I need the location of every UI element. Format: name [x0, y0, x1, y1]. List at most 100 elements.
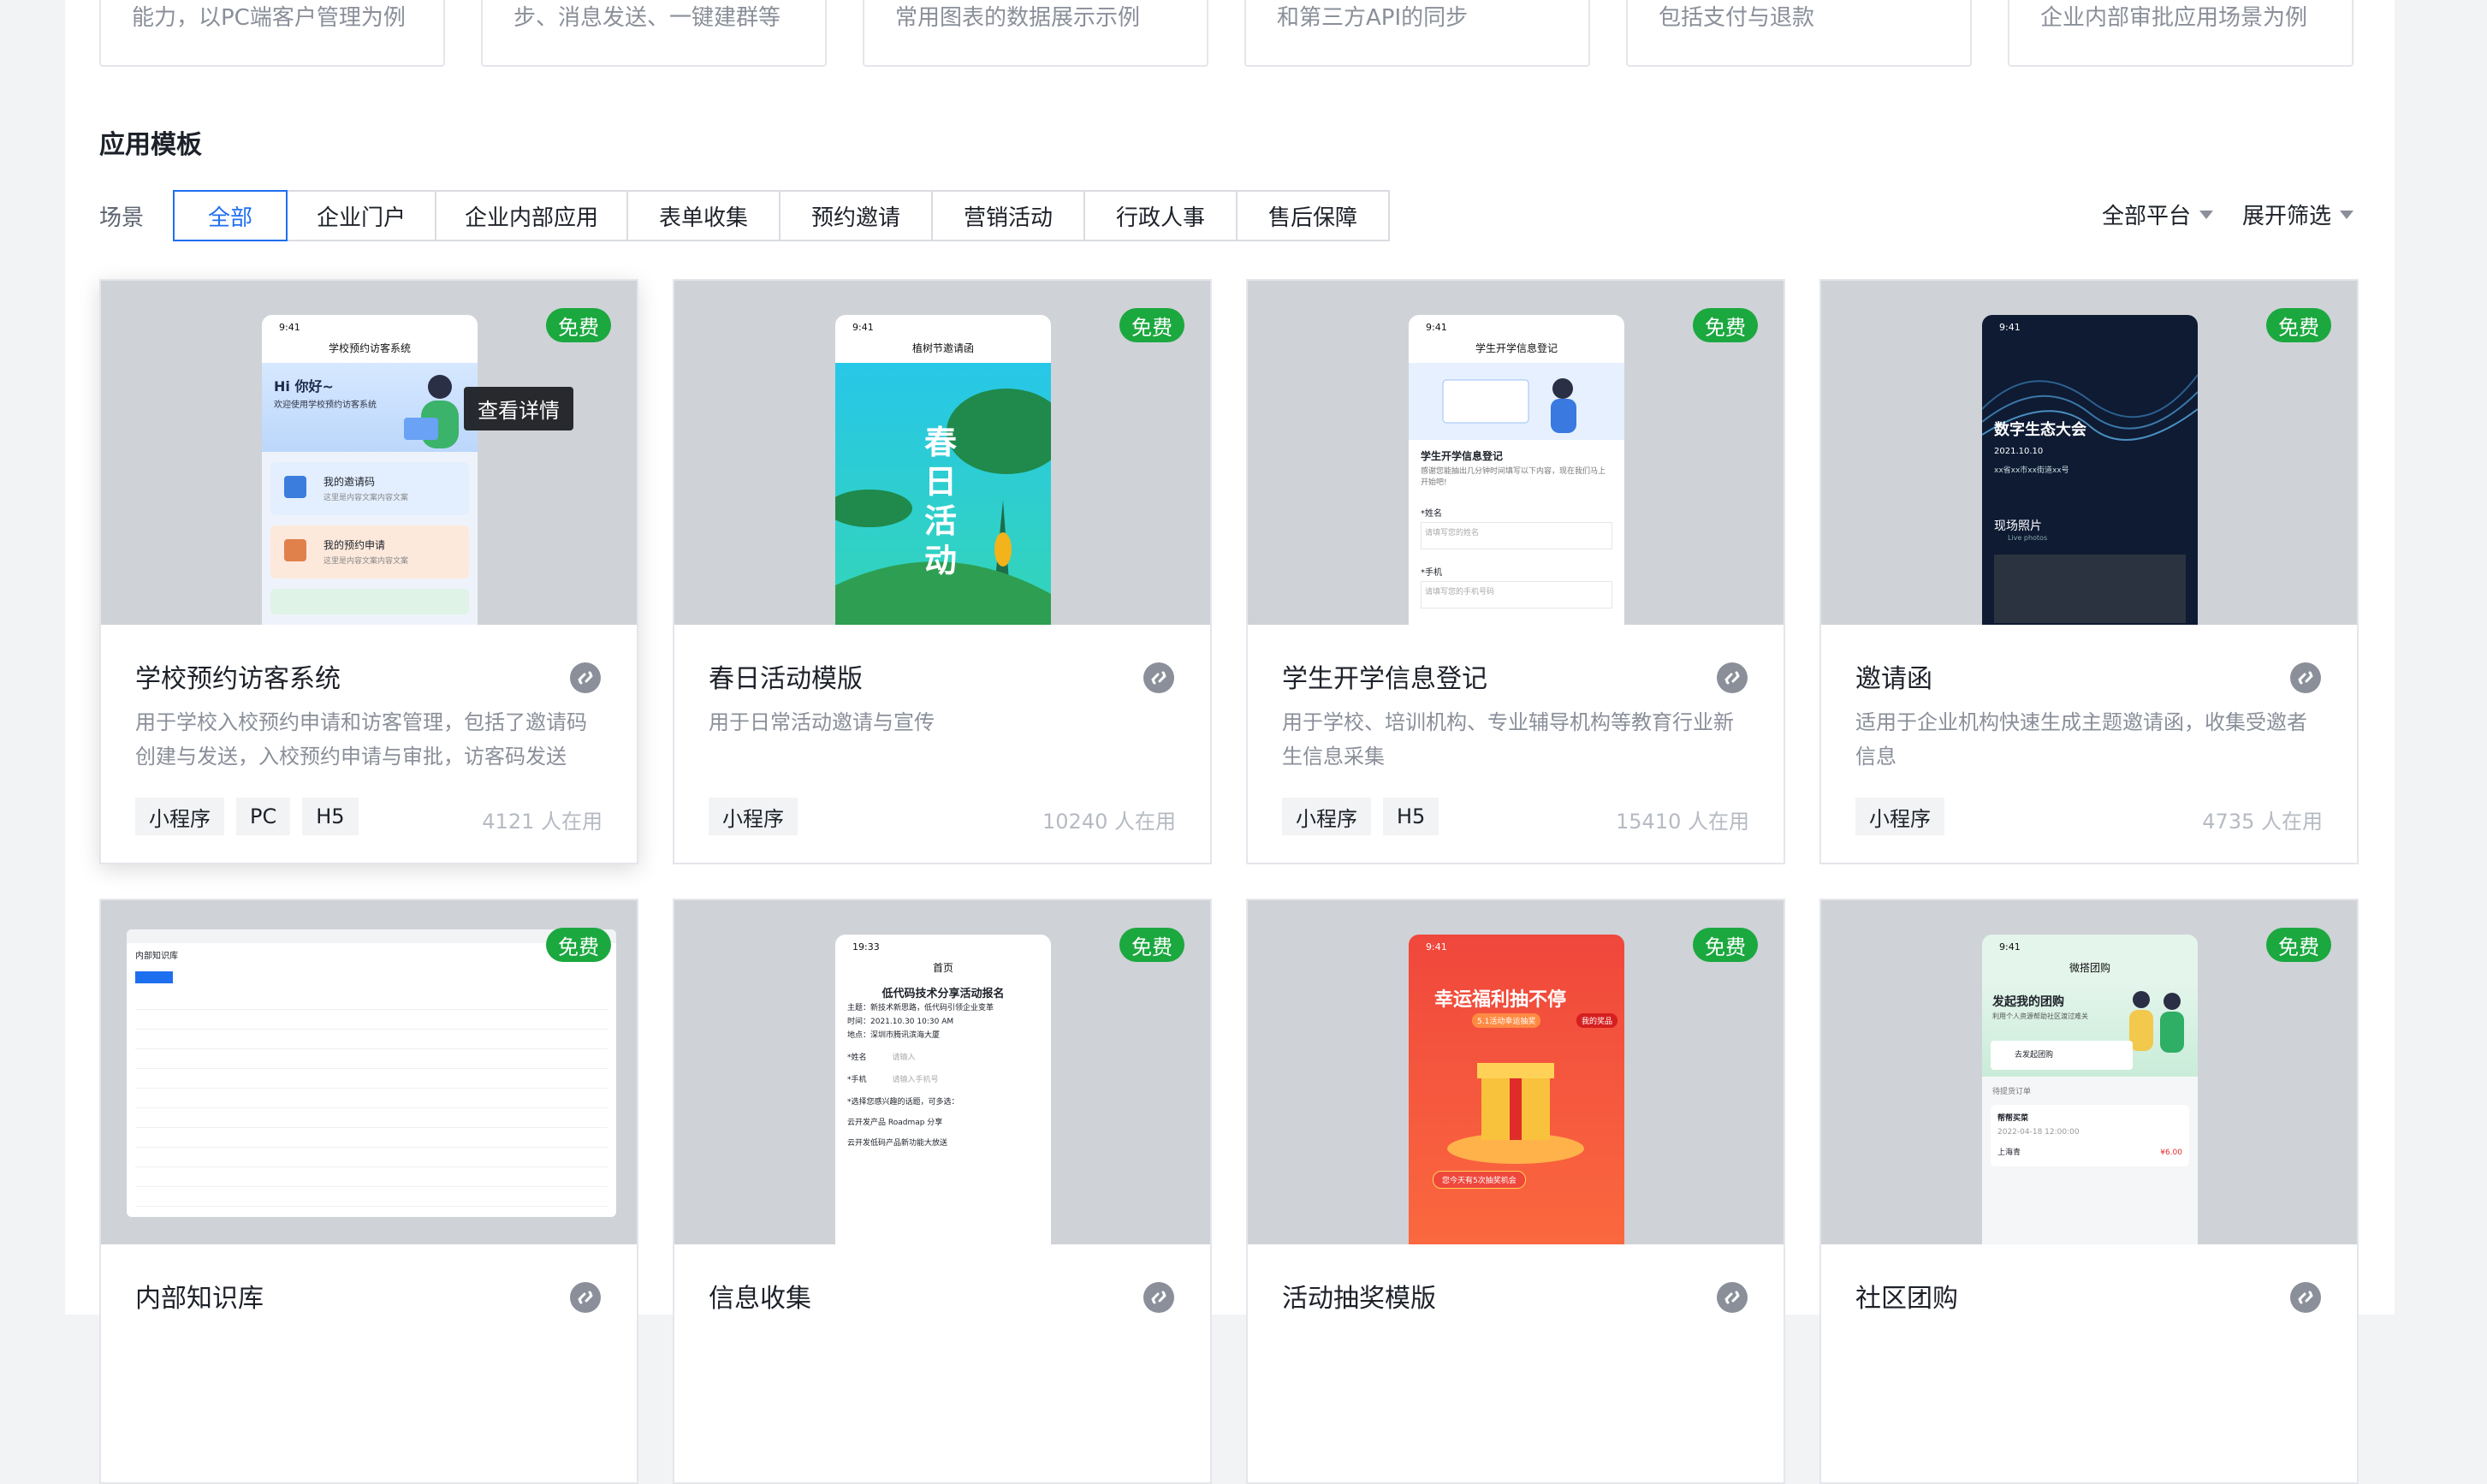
template-card[interactable]: 9:41 学校预约访客系统 Hi 你好~ 欢迎使用学校预约访客系统 我的邀请码 …	[99, 279, 638, 864]
template-card-partial[interactable]: 和第三方API的同步	[1244, 0, 1590, 67]
poster-headline: 春日活动	[924, 424, 958, 579]
data-table	[135, 990, 608, 1213]
card-title: 信息收集	[709, 1284, 811, 1314]
window-titlebar	[127, 929, 616, 943]
template-card-partial[interactable]: 企业内部审批应用场景为例	[2008, 0, 2353, 67]
item-sub: 这里是内容文案内容文案	[323, 557, 409, 566]
template-card-partial[interactable]: 常用图表的数据展示示例	[863, 0, 1208, 67]
card-preview[interactable]: 内部知识库 免费	[101, 900, 637, 1244]
list-item[interactable]: 我的预约申请 这里是内容文案内容文案	[270, 525, 469, 579]
event-time: 时间：2021.10.30 10:30 AM	[847, 1018, 954, 1026]
tab-admin-hr[interactable]: 行政人事	[1083, 190, 1238, 241]
list-item	[270, 589, 469, 614]
gift-box-icon	[1447, 1063, 1584, 1164]
card-title: 邀请函	[1855, 664, 1932, 694]
tag-miniprogram: 小程序	[135, 798, 224, 835]
link-icon[interactable]	[1715, 1280, 1749, 1315]
phone-field[interactable]: 请填写您的手机号码	[1421, 581, 1612, 608]
card-preview[interactable]: 9:41 学校预约访客系统 Hi 你好~ 欢迎使用学校预约访客系统 我的邀请码 …	[101, 281, 637, 625]
tab-internal-apps[interactable]: 企业内部应用	[435, 190, 628, 241]
tab-after-sales[interactable]: 售后保障	[1236, 190, 1390, 241]
card-preview[interactable]: 9:41 学生开学信息登记 学生开学信息登记 感谢您能抽出几分钟时间填写以下内容…	[1248, 281, 1784, 625]
hero-banner: Hi 你好~ 欢迎使用学校预约访客系统	[262, 363, 478, 452]
phone-status: 9:41	[262, 315, 478, 341]
template-card-partial[interactable]: 包括支付与退款	[1626, 0, 1972, 67]
card-preview[interactable]: 9:41 微搭团购 发起我的团购 利用个人资源帮助社区渡过难关 去发起团购 待提…	[1821, 900, 2357, 1244]
tab-all[interactable]: 全部	[173, 190, 288, 241]
name-field[interactable]: 请填写您的姓名	[1421, 522, 1612, 549]
event-date: 2021.10.10	[1994, 447, 2044, 456]
free-badge: 免费	[546, 928, 611, 962]
envelope-icon	[284, 476, 306, 498]
list-item[interactable]: 我的邀请码 这里是内容文案内容文案	[270, 462, 469, 515]
template-card-partial[interactable]: 步、消息发送、一键建群等	[481, 0, 827, 67]
template-card[interactable]: 9:41 学生开学信息登记 学生开学信息登记 感谢您能抽出几分钟时间填写以下内容…	[1246, 279, 1785, 864]
free-badge: 免费	[1119, 928, 1184, 962]
link-icon[interactable]	[568, 661, 602, 695]
tab-marketing[interactable]: 营销活动	[931, 190, 1085, 241]
link-icon[interactable]	[2288, 1280, 2323, 1315]
expand-filter-dropdown[interactable]: 展开筛选	[2242, 199, 2353, 230]
platform-tags: 小程序	[709, 798, 798, 835]
link-icon[interactable]	[1142, 1280, 1176, 1315]
usage-count: 4121 人在用	[482, 810, 602, 834]
phone-nav-title: 首页	[932, 962, 953, 974]
form-sub: 感谢您能抽出几分钟时间填写以下内容，现在我们马上开始吧!	[1421, 467, 1606, 487]
card-preview[interactable]: 9:41 幸运福利抽不停 5.1活动幸运抽奖 我的奖品 您今天有5次抽奖机会 免…	[1248, 900, 1784, 1244]
template-card[interactable]: 9:41 数字生态大会 2021.10.10 xx省xx市xx街道xx号 现场照…	[1819, 279, 2359, 864]
link-icon[interactable]	[1142, 661, 1176, 695]
option-checkbox[interactable]: 云开发低码产品新功能大放送	[847, 1137, 1039, 1150]
preview-page-title: 内部知识库	[135, 952, 178, 961]
phone-status: 9:41	[1982, 935, 2198, 960]
link-icon[interactable]	[1715, 661, 1749, 695]
item-label: 我的邀请码	[323, 476, 376, 488]
form-heading: 低代码技术分享活动报名	[881, 988, 1005, 1000]
poster-headline: 幸运福利抽不停	[1434, 989, 1567, 1011]
name-field[interactable]: 请输入	[893, 1051, 916, 1065]
card-preview[interactable]: 9:41 植树节邀请函 春日活动 免费	[674, 281, 1210, 625]
link-icon[interactable]	[2288, 661, 2323, 695]
start-group-buy-button[interactable]: 去发起团购	[1991, 1041, 2133, 1070]
table-toolbar	[135, 971, 173, 983]
card-preview[interactable]: 9:41 数字生态大会 2021.10.10 xx省xx市xx街道xx号 现场照…	[1821, 281, 2357, 625]
free-badge: 免费	[2266, 308, 2331, 342]
photos-heading: 现场照片	[1994, 519, 2042, 533]
tab-form-collection[interactable]: 表单收集	[626, 190, 781, 241]
chances-banner: 您今天有5次抽奖机会	[1433, 1171, 1526, 1189]
card-desc: 用于学校入校预约申请和访客管理，包括了邀请码创建与发送，入校预约申请与审批，访客…	[135, 710, 587, 769]
field-label: *手机	[847, 1076, 867, 1084]
template-card[interactable]: 9:41 微搭团购 发起我的团购 利用个人资源帮助社区渡过难关 去发起团购 待提…	[1819, 899, 2359, 1484]
template-card[interactable]: 内部知识库 免费 内部知识库	[99, 899, 638, 1484]
card-desc: 能力，以PC端客户管理为例	[132, 5, 406, 31]
platform-dropdown-label: 全部平台	[2101, 204, 2191, 229]
tab-enterprise-portal[interactable]: 企业门户	[286, 190, 436, 241]
phone-field[interactable]: 请输入手机号	[893, 1073, 939, 1087]
platform-dropdown[interactable]: 全部平台	[2102, 199, 2213, 230]
expand-filter-label: 展开筛选	[2241, 204, 2331, 229]
phone-nav-title: 微搭团购	[1982, 960, 2198, 982]
template-card-partial[interactable]: 能力，以PC端客户管理为例	[99, 0, 445, 67]
tab-booking-invite[interactable]: 预约邀请	[779, 190, 933, 241]
filter-dropdowns: 全部平台 展开筛选	[2102, 199, 2353, 230]
card-title: 学校预约访客系统	[135, 664, 341, 694]
document-icon	[284, 539, 306, 561]
usage-count: 15410 人在用	[1616, 810, 1749, 834]
card-title: 学生开学信息登记	[1282, 664, 1487, 694]
phone-status: 9:41	[1999, 322, 2021, 333]
free-badge: 免费	[1119, 308, 1184, 342]
field-label: *手机	[1421, 568, 1442, 578]
tag-h5: H5	[1383, 798, 1439, 835]
template-card[interactable]: 9:41 植树节邀请函 春日活动 免费 春日活动模版 用于日常活动邀请与宣传 小…	[673, 279, 1212, 864]
phone-nav-title: 植树节邀请函	[911, 342, 974, 354]
card-preview[interactable]: 19:33 首页 低代码技术分享活动报名 主题：新技术新思路，低代码引领企业变革…	[674, 900, 1210, 1244]
section-title: 应用模板	[99, 130, 202, 160]
card-title: 内部知识库	[135, 1284, 264, 1314]
link-icon[interactable]	[568, 1280, 602, 1315]
option-checkbox[interactable]: 云开发产品 Roadmap 分享	[847, 1116, 1039, 1130]
event-topic: 主题：新技术新思路，低代码引领企业变革	[847, 1004, 994, 1012]
template-card[interactable]: 9:41 幸运福利抽不停 5.1活动幸运抽奖 我的奖品 您今天有5次抽奖机会 免…	[1246, 899, 1785, 1484]
template-card[interactable]: 19:33 首页 低代码技术分享活动报名 主题：新技术新思路，低代码引领企业变革…	[673, 899, 1212, 1484]
usage-count: 10240 人在用	[1042, 810, 1176, 834]
card-title: 春日活动模版	[709, 664, 863, 694]
my-prizes-button[interactable]: 我的奖品	[1576, 1013, 1617, 1028]
